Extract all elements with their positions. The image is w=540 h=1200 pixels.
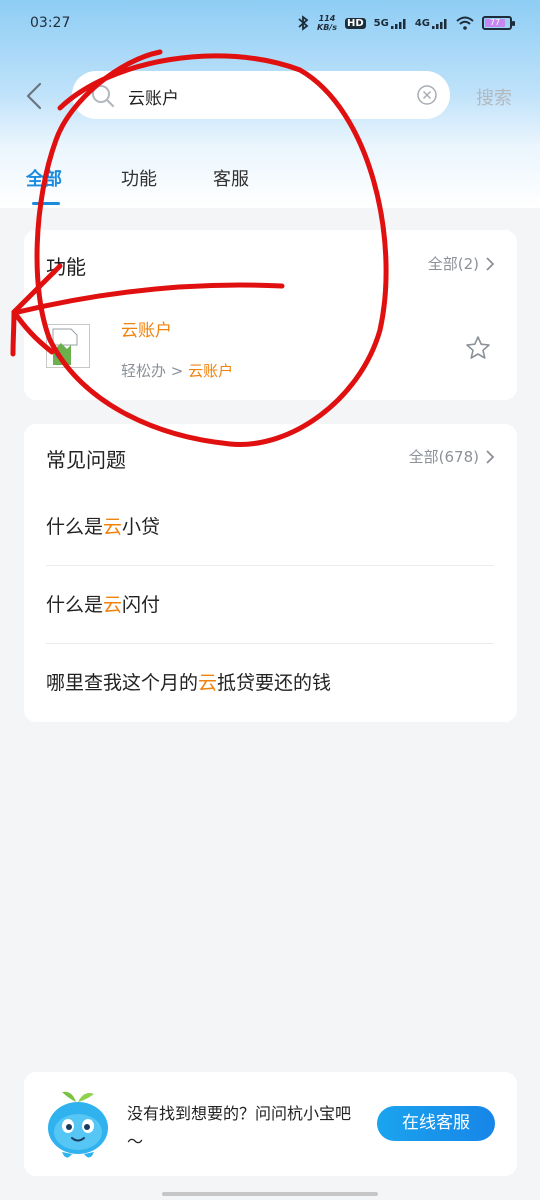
faq-highlight: 云 xyxy=(103,594,123,616)
faq-highlight: 云 xyxy=(103,516,123,538)
faq-card: 常见问题 全部(678) 什么是云小贷 什么是云闪付 哪里查我这个月的云抵贷要还… xyxy=(24,424,517,722)
battery-icon: 77 xyxy=(482,16,515,30)
chevron-right-icon xyxy=(486,449,495,464)
signal-5g: 5G xyxy=(374,18,407,29)
bluetooth-icon xyxy=(298,15,309,31)
net-speed: 114 KB/s xyxy=(317,14,337,32)
chevron-right-icon xyxy=(486,256,495,271)
function-path-highlight: 云账户 xyxy=(188,362,234,380)
search-query: 云账户 xyxy=(128,89,179,109)
signal-icon xyxy=(390,18,406,29)
faq-more-link[interactable]: 全部(678) xyxy=(409,446,495,467)
battery-level: 77 xyxy=(485,19,506,27)
search-icon xyxy=(92,85,115,108)
faq-item[interactable]: 哪里查我这个月的云抵贷要还的钱 xyxy=(46,644,494,722)
function-name: 云账户 xyxy=(121,321,172,341)
faq-text: 抵贷要还的钱 xyxy=(217,672,332,694)
wifi-icon xyxy=(456,16,474,30)
search-button[interactable]: 搜索 xyxy=(476,84,512,110)
tab-bar: 全部 功能 客服 xyxy=(0,160,540,208)
functions-more-link[interactable]: 全部(2) xyxy=(428,253,495,274)
functions-card: 功能 全部(2) 云账户 轻松办 > 云账户 xyxy=(24,230,517,400)
faq-text: 什么是 xyxy=(46,516,104,538)
function-path-prefix: 轻松办 > xyxy=(121,362,189,380)
faq-text: 哪里查我这个月的 xyxy=(46,672,199,694)
hd-badge: HD xyxy=(344,17,366,29)
function-path: 轻松办 > 云账户 xyxy=(121,360,233,381)
clear-icon[interactable] xyxy=(416,84,438,106)
faq-more-label: 全部(678) xyxy=(408,448,479,466)
back-icon xyxy=(26,82,42,110)
faq-highlight: 云 xyxy=(198,672,218,694)
star-icon[interactable] xyxy=(465,335,491,361)
status-bar: 03:27 114 KB/s HD 5G 4G 77 xyxy=(0,0,540,50)
mascot-icon xyxy=(48,1091,108,1158)
search-input[interactable]: 云账户 xyxy=(72,71,450,119)
assistant-card: 没有找到想要的？问问杭小宝吧～ 在线客服 xyxy=(24,1072,517,1176)
functions-title: 功能 xyxy=(46,255,86,279)
status-icons: 114 KB/s HD 5G 4G 77 xyxy=(297,14,515,32)
faq-text: 小贷 xyxy=(122,516,161,538)
tab-customer-service[interactable]: 客服 xyxy=(213,165,249,191)
faq-item[interactable]: 什么是云闪付 xyxy=(46,566,494,644)
faq-title: 常见问题 xyxy=(46,448,126,472)
faq-item[interactable]: 什么是云小贷 xyxy=(46,488,494,566)
signal-icon xyxy=(432,18,447,29)
functions-more-label: 全部(2) xyxy=(427,255,479,273)
function-item[interactable]: 云账户 轻松办 > 云账户 xyxy=(24,302,517,394)
faq-text: 闪付 xyxy=(122,594,161,616)
faq-text: 什么是 xyxy=(46,594,104,616)
home-indicator xyxy=(162,1192,378,1196)
function-thumbnail xyxy=(46,324,90,368)
back-button[interactable] xyxy=(20,76,50,116)
tab-all[interactable]: 全部 xyxy=(26,165,62,191)
tab-functions[interactable]: 功能 xyxy=(121,165,157,191)
assistant-prompt: 没有找到想要的？问问杭小宝吧～ xyxy=(127,1104,352,1151)
online-service-button[interactable]: 在线客服 xyxy=(377,1106,495,1141)
active-tab-indicator xyxy=(32,202,60,205)
status-time: 03:27 xyxy=(30,15,71,31)
broken-image-icon xyxy=(52,328,78,365)
signal-4g: 4G xyxy=(415,18,448,29)
